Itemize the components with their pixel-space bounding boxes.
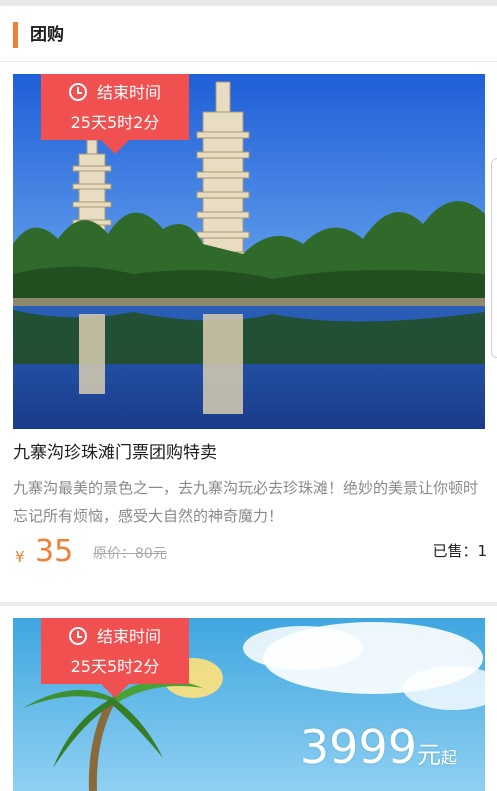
currency-symbol: ¥ — [15, 548, 25, 566]
section-header: 团购 — [0, 6, 497, 62]
deal-description: 九寨沟最美的景色之一，去九寨沟玩必去珍珠滩！绝妙的美景让你顿时忘记所有烦恼，感受… — [13, 479, 479, 525]
price-row: ¥ 35 原价：80元 已售：1 — [13, 532, 487, 572]
ribbon-label: 结束时间 — [96, 627, 161, 646]
countdown-ribbon: 结束时间 25天5时2分 — [41, 618, 189, 698]
promo-price-suffix: 起 — [440, 748, 457, 767]
deal-card[interactable]: 结束时间 25天5时2分 九寨沟珍珠滩门票团购特卖 九寨沟最美的景色之一，去九寨… — [0, 62, 497, 602]
countdown-text: 25天5时2分 — [70, 657, 160, 676]
side-drawer-handle[interactable] — [491, 158, 497, 358]
ribbon-label: 结束时间 — [96, 83, 161, 102]
promo-price-overlay: 3999元起 — [300, 722, 457, 783]
header-accent-bar — [13, 22, 18, 48]
deal-title[interactable]: 九寨沟珍珠滩门票团购特卖 — [13, 440, 217, 466]
clock-icon — [68, 627, 87, 645]
deal-price: 35 — [35, 534, 74, 569]
promo-price-unit: 元 — [416, 741, 441, 769]
deal-image-beach[interactable]: 结束时间 25天5时2分 3999元起 — [13, 618, 485, 791]
clock-icon — [68, 83, 87, 101]
deal-card[interactable]: 结束时间 25天5时2分 3999元起 — [0, 606, 497, 791]
sold-count: 已售：1 — [432, 542, 487, 560]
section-title: 团购 — [30, 25, 64, 45]
countdown-text: 25天5时2分 — [70, 113, 160, 132]
deal-image-pagodas[interactable]: 结束时间 25天5时2分 — [13, 74, 485, 429]
promo-price-value: 3999 — [299, 720, 417, 774]
countdown-ribbon: 结束时间 25天5时2分 — [41, 74, 189, 154]
original-price: 原价：80元 — [93, 546, 167, 562]
